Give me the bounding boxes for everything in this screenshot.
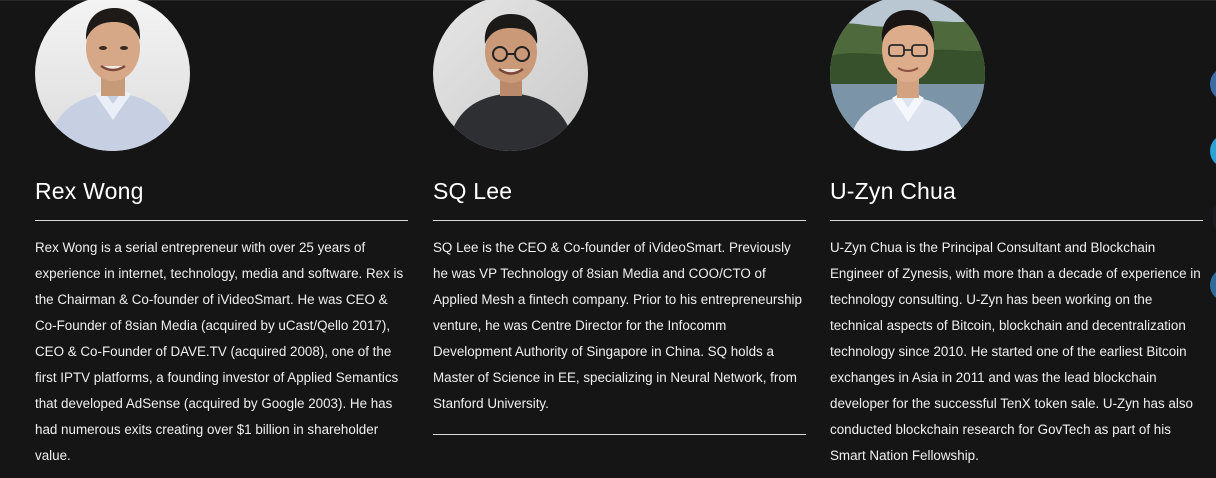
side-social-button[interactable]: [1210, 134, 1216, 168]
member-bio: Rex Wong is a serial entrepreneur with o…: [35, 240, 404, 463]
divider: [433, 220, 806, 221]
bio-end-divider: [433, 434, 806, 435]
portrait-photo: [35, 0, 190, 151]
member-name: Rex Wong: [35, 178, 144, 204]
member-name: U-Zyn Chua: [830, 178, 956, 204]
avatar: [830, 0, 985, 151]
portrait-photo: [433, 0, 588, 151]
divider: [35, 220, 408, 221]
member-bio: U-Zyn Chua is the Principal Consultant a…: [830, 240, 1201, 463]
member-name: SQ Lee: [433, 178, 513, 204]
portrait-photo: [830, 0, 985, 151]
side-social-button[interactable]: [1210, 67, 1216, 101]
divider: [830, 220, 1203, 221]
avatar: [35, 0, 190, 151]
side-social-button[interactable]: [1210, 268, 1216, 302]
member-bio: SQ Lee is the CEO & Co-founder of iVideo…: [433, 240, 802, 411]
top-border: [0, 0, 1216, 1]
avatar: [433, 0, 588, 151]
